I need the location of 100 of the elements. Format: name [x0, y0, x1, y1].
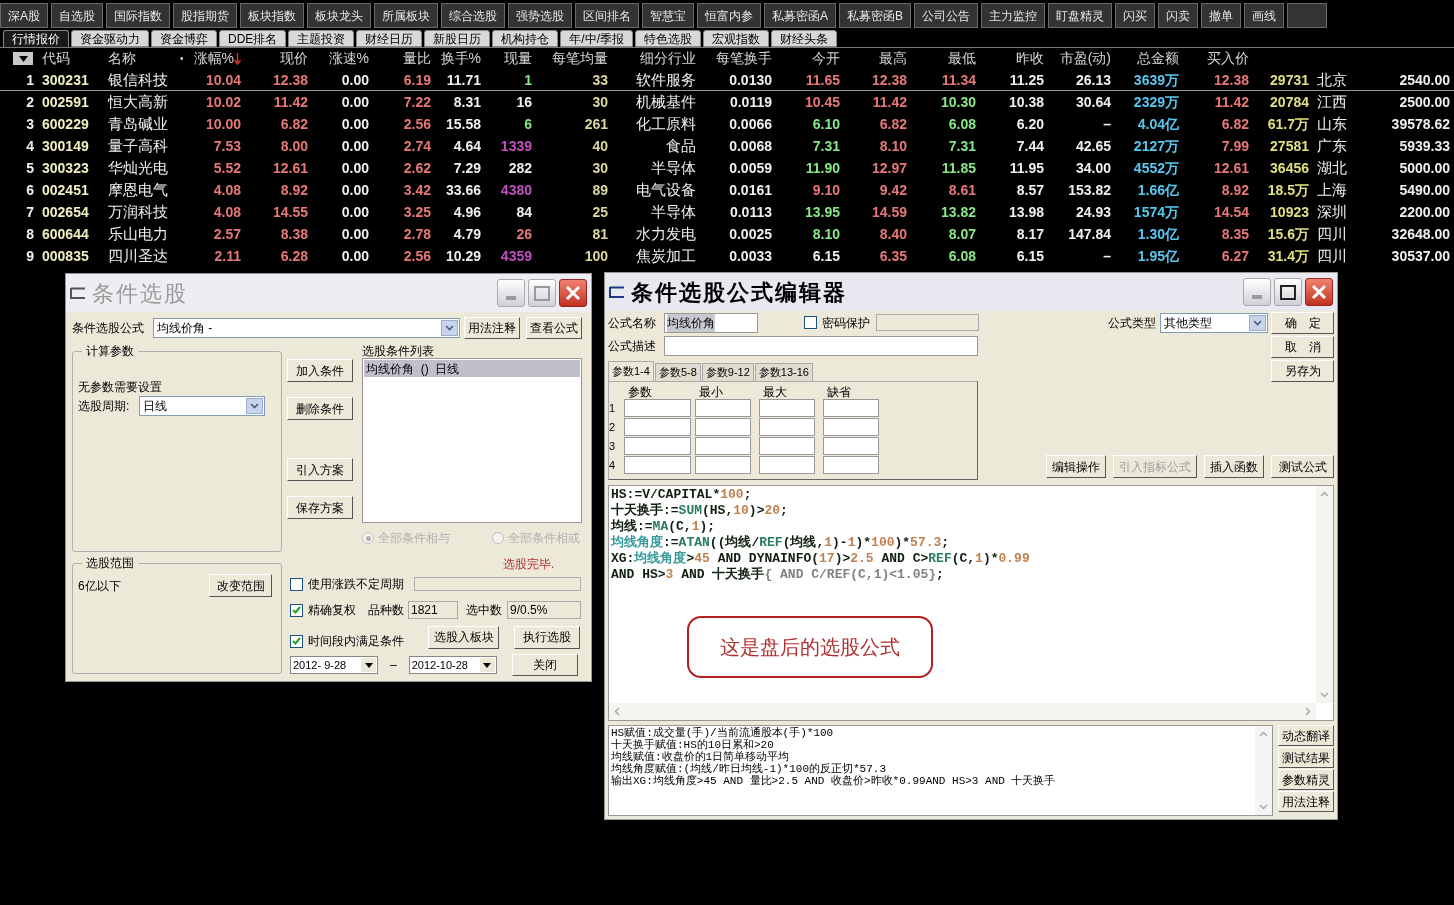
minimize-button[interactable] [497, 279, 525, 307]
tool-button[interactable]: 编辑操作 [1046, 455, 1106, 478]
toolbar-button[interactable]: 国际指数 [106, 3, 170, 28]
side-button[interactable]: 参数精灵 [1278, 769, 1334, 790]
column-header[interactable]: 市盈(动) [1059, 48, 1111, 69]
run-screen-button[interactable]: 执行选股 [514, 625, 580, 649]
tab[interactable]: 特色选股 [635, 30, 701, 47]
tab[interactable]: 参数9-12 [701, 363, 754, 381]
parameter-field[interactable] [823, 418, 879, 436]
tab[interactable]: 宏观指数 [703, 30, 769, 47]
selected-count-field[interactable]: 9/0.5% [507, 601, 581, 619]
tab[interactable]: DDE排名 [219, 30, 287, 47]
parameter-field[interactable] [695, 456, 751, 474]
column-header[interactable]: 每笔均量 [552, 48, 608, 69]
maximize-button[interactable] [1274, 278, 1302, 306]
table-row[interactable]: 6 002451 摩恩电气 4.08 8.92 0.00 3.42 33.66 4380 89 电气设备 0.0161 9.10 9.42 8.61 8.57 153.82 1.66亿 8.92 18.5万 上海 5490.00 [0, 179, 1454, 201]
tab[interactable]: 资金驱动力 [71, 30, 149, 47]
side-button[interactable]: 用法注释 [1278, 791, 1334, 812]
toolbar-button[interactable]: 私募密函B [839, 3, 912, 28]
tab[interactable]: 参数5-8 [654, 363, 701, 381]
parameter-field[interactable] [823, 399, 879, 417]
toolbar-button[interactable]: 股指期货 [173, 3, 237, 28]
table-row[interactable]: 9 000835 四川圣达 2.11 6.28 0.00 2.56 10.29 4359 100 焦炭加工 0.0033 6.15 6.35 6.08 6.15 – 1.95亿 6.27 31.4万 四川 30537.00 [0, 245, 1454, 267]
side-button[interactable]: 动态翻译 [1278, 725, 1334, 746]
toolbar-button[interactable]: 智慧宝 [642, 3, 694, 28]
toolbar-button[interactable]: 画线 [1244, 3, 1285, 28]
action-button[interactable]: 加入条件 [287, 359, 353, 382]
description-field[interactable] [664, 336, 978, 356]
tool-button[interactable]: 插入函数 [1204, 455, 1264, 478]
parameter-field[interactable] [695, 399, 751, 417]
list-item[interactable]: 均线价角 () 日线 [364, 360, 580, 377]
toolbar-button[interactable]: 深A股 [0, 3, 48, 28]
column-header[interactable]: 买入价 [1207, 48, 1249, 69]
toolbar-button[interactable]: 恒富内参 [697, 3, 761, 28]
tab[interactable]: 参数13-16 [754, 363, 813, 381]
column-header[interactable]: 每笔换手 [716, 48, 772, 69]
column-header[interactable]: 名称 [108, 48, 136, 69]
dialog-button[interactable]: 另存为 [1271, 360, 1334, 382]
parameter-field[interactable] [759, 437, 815, 455]
column-header[interactable]: 代码 [42, 48, 70, 69]
close-dialog-button[interactable]: 关闭 [511, 654, 578, 676]
scrollbar[interactable] [609, 703, 1316, 720]
toolbar-button[interactable]: 撤单 [1201, 3, 1242, 28]
toolbar-button[interactable]: 私募密函A [764, 3, 837, 28]
column-header[interactable]: 现量 [504, 48, 532, 69]
date-picker[interactable]: 2012-10-28 [408, 656, 497, 674]
column-header[interactable]: 今开 [812, 48, 840, 69]
table-row[interactable]: 7 002654 万润科技 4.08 14.55 0.00 3.25 4.96 84 25 半导体 0.0113 13.95 14.59 13.82 13.98 24.93 1574万 14.54 10923 深圳 2200.00 [0, 201, 1454, 223]
toolbar-button[interactable]: 闪买 [1115, 3, 1156, 28]
column-header[interactable]: 最高 [879, 48, 907, 69]
table-row[interactable]: 4 300149 量子高科 7.53 8.00 0.00 2.74 4.64 1339 40 食品 0.0068 7.31 8.10 7.31 7.44 42.65 2127万 7.99 27581 广东 5939.33 [0, 135, 1454, 157]
tab[interactable]: 资金博弈 [151, 30, 217, 47]
parameter-field[interactable] [624, 456, 691, 474]
formula-select[interactable]: 均线价角 - [153, 318, 460, 338]
add-to-block-button[interactable]: 选股入板块 [428, 625, 499, 649]
parameter-field[interactable] [695, 418, 751, 436]
text-field[interactable]: 均线价角 [664, 312, 758, 333]
action-button[interactable]: 删除条件 [287, 397, 353, 420]
column-header[interactable]: 涨幅% [193, 48, 241, 69]
scrollbar[interactable] [1316, 486, 1333, 703]
parameter-field[interactable] [823, 456, 879, 474]
column-header[interactable]: 昨收 [1016, 48, 1044, 69]
tab[interactable]: 年/中/季报 [560, 30, 633, 47]
dialog-button[interactable]: 取 消 [1271, 336, 1334, 358]
count-field[interactable]: 1821 [408, 601, 458, 619]
checkbox[interactable] [804, 316, 817, 329]
column-header[interactable]: 量比 [403, 48, 431, 69]
side-button[interactable]: 测试结果 [1278, 747, 1334, 768]
tab[interactable]: 新股日历 [424, 30, 491, 47]
action-button[interactable]: 保存方案 [287, 496, 353, 519]
toolbar-button[interactable]: 所属板块 [374, 3, 438, 28]
period-select[interactable]: 日线 [139, 396, 265, 416]
parameter-field[interactable] [624, 418, 691, 436]
tab[interactable]: 财经日历 [356, 30, 423, 47]
toolbar-button[interactable]: 板块指数 [240, 3, 304, 28]
parameter-field[interactable] [624, 399, 691, 417]
close-button[interactable] [559, 279, 587, 307]
action-button[interactable]: 引入方案 [287, 458, 353, 481]
column-menu-button[interactable] [13, 52, 33, 65]
close-button[interactable] [1305, 278, 1333, 306]
parameter-field[interactable] [759, 456, 815, 474]
date-picker[interactable]: 2012- 9-28 [290, 656, 378, 674]
code-editor[interactable]: HS:=V/CAPITAL*100; 十天换手:=SUM(HS,10)>20; 均线:=MA(C,1); 均线角度:=ATAN((均线/REF(均线,1)-1)*100)*57.3; XG:均线角度>45 AND DYNAINFO(17)>2.5 AND C>REF(C,1)*0.99 AND HS>3 AND 十天换手{ AND C/REF(C,1)<1.05}; 这是盘后的选股公式 [608, 485, 1334, 721]
parameter-field[interactable] [759, 418, 815, 436]
toolbar-button[interactable]: 综合选股 [441, 3, 505, 28]
toolbar-button[interactable]: 公司公告 [914, 3, 979, 28]
column-header[interactable]: 换手% [440, 48, 481, 69]
scrollbar[interactable] [1255, 726, 1272, 815]
checkbox[interactable] [290, 577, 303, 591]
toolbar-button[interactable]: 自选股 [51, 3, 103, 28]
parameter-field[interactable] [823, 437, 879, 455]
view-formula-button[interactable]: 查看公式 [526, 317, 582, 339]
parameter-field[interactable] [624, 437, 691, 455]
column-header[interactable]: 细分行业 [640, 48, 696, 69]
toolbar-button[interactable] [1287, 3, 1328, 28]
table-row[interactable]: 1 300231 银信科技 10.04 12.38 0.00 6.19 11.71 1 33 软件服务 0.0130 11.65 12.38 11.34 11.25 26.13 3639万 12.38 29731 北京 2540.00 [0, 69, 1454, 91]
parameter-field[interactable] [695, 437, 751, 455]
column-header[interactable]: 现价 [280, 48, 308, 69]
table-row[interactable]: 3 600229 青岛碱业 10.00 6.82 0.00 2.56 15.58 6 261 化工原料 0.0066 6.10 6.82 6.08 6.20 – 4.04亿 6.82 61.7万 山东 39578.62 [0, 113, 1454, 135]
toolbar-button[interactable]: 板块龙头 [307, 3, 371, 28]
